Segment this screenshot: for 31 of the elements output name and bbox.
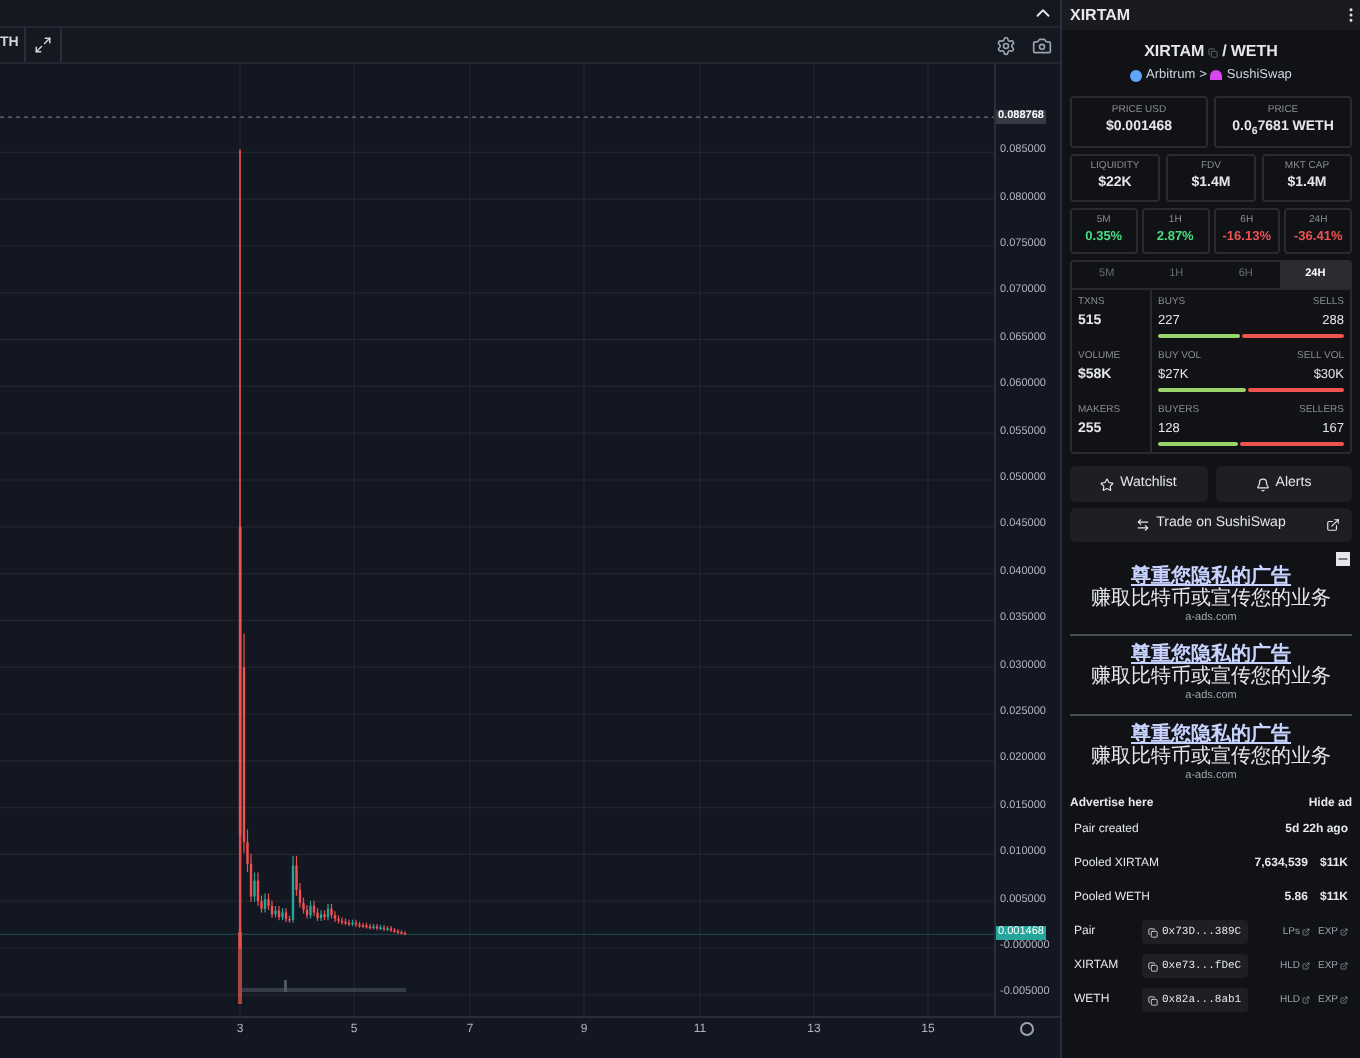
external-link-icon: [1326, 518, 1340, 532]
ad-title-link[interactable]: 尊重您隐私的广告: [1131, 723, 1291, 745]
dex-logo-icon: [1210, 70, 1223, 81]
axis-settings-icon[interactable]: [1020, 1022, 1034, 1036]
external-link-icon: [1301, 996, 1310, 1005]
quote-token: WETH: [1230, 40, 1278, 64]
camera-icon[interactable]: [1032, 35, 1052, 55]
external-link-icon: [1340, 962, 1348, 971]
copy-icon: [1148, 961, 1158, 972]
copy-icon: [1148, 995, 1158, 1006]
external-link-icon: [1301, 928, 1310, 937]
ad-title-link[interactable]: 尊重您隐私的广告: [1131, 644, 1291, 667]
minimize-ad-icon[interactable]: [1336, 552, 1350, 566]
external-link-icon: [1301, 962, 1310, 971]
settings-icon[interactable]: [996, 35, 1016, 55]
ad-title-link[interactable]: 尊重您隐私的广告: [1131, 566, 1291, 588]
copy-icon: [1148, 927, 1158, 938]
ad-text: 赚取比特币或宣传您的业务: [1091, 666, 1331, 689]
copy-icon[interactable]: [1208, 47, 1219, 57]
chain-logo-icon: [1130, 69, 1143, 82]
star-icon: [1100, 477, 1115, 491]
fullscreen-icon[interactable]: [34, 36, 53, 54]
external-link-icon: [1340, 928, 1348, 937]
pair-separator: /: [1222, 40, 1227, 64]
swap-icon: [1136, 518, 1151, 532]
ad-text: 赚取比特币或宣传您的业务: [1091, 588, 1331, 610]
base-token: XIRTAM: [1144, 40, 1205, 64]
ad-text: 赚取比特币或宣传您的业务: [1091, 745, 1331, 767]
external-link-icon: [1340, 996, 1348, 1005]
token-title: XIRTAM: [1070, 3, 1131, 27]
bell-icon: [1255, 477, 1270, 491]
